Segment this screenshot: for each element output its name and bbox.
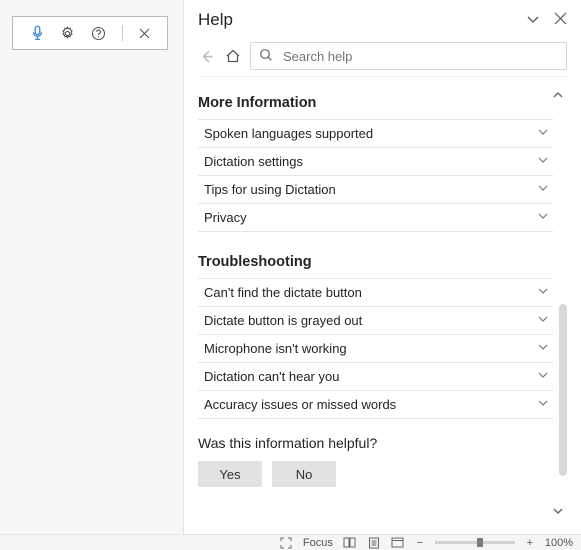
gear-icon[interactable]: [60, 26, 75, 41]
back-icon[interactable]: [198, 47, 216, 65]
chevron-up-icon[interactable]: [549, 86, 567, 104]
acc-mic-not-working[interactable]: Microphone isn't working: [198, 335, 553, 363]
acc-label: Tips for using Dictation: [204, 182, 336, 197]
help-title: Help: [198, 10, 233, 30]
acc-grayed-out[interactable]: Dictate button is grayed out: [198, 307, 553, 335]
acc-cant-find[interactable]: Can't find the dictate button: [198, 279, 553, 307]
chevron-down-icon: [537, 126, 549, 141]
acc-dictation-settings[interactable]: Dictation settings: [198, 148, 553, 176]
zoom-out-button[interactable]: −: [415, 537, 425, 549]
focus-label[interactable]: Focus: [303, 537, 333, 549]
web-layout-icon[interactable]: [391, 536, 405, 550]
scrollbar-thumb[interactable]: [559, 304, 567, 476]
zoom-value[interactable]: 100%: [545, 537, 573, 549]
acc-label: Spoken languages supported: [204, 126, 373, 141]
chevron-down-icon: [537, 285, 549, 300]
print-layout-icon[interactable]: [367, 536, 381, 550]
search-input[interactable]: [250, 42, 567, 70]
acc-label: Dictation settings: [204, 154, 303, 169]
chevron-down-icon: [537, 154, 549, 169]
acc-privacy[interactable]: Privacy: [198, 204, 553, 232]
chevron-down-icon: [537, 341, 549, 356]
chevron-down-icon: [537, 369, 549, 384]
mic-icon[interactable]: [31, 25, 44, 41]
acc-languages[interactable]: Spoken languages supported: [198, 120, 553, 148]
document-canvas: [0, 0, 184, 534]
chevron-down-icon[interactable]: [549, 502, 567, 520]
chevron-down-icon: [537, 397, 549, 412]
acc-tips[interactable]: Tips for using Dictation: [198, 176, 553, 204]
acc-accuracy[interactable]: Accuracy issues or missed words: [198, 391, 553, 419]
close-icon[interactable]: [139, 28, 150, 39]
close-icon[interactable]: [554, 12, 567, 29]
dictation-toolbar: [12, 16, 168, 50]
home-icon[interactable]: [224, 47, 242, 65]
focus-icon[interactable]: [279, 536, 293, 550]
help-panel: Help More Information: [184, 0, 581, 534]
section-more-information: More Information: [198, 95, 553, 111]
section-troubleshooting: Troubleshooting: [198, 254, 553, 270]
chevron-down-icon[interactable]: [526, 12, 540, 29]
search-field[interactable]: [281, 48, 558, 65]
acc-label: Accuracy issues or missed words: [204, 397, 396, 412]
acc-label: Privacy: [204, 210, 247, 225]
acc-label: Can't find the dictate button: [204, 285, 362, 300]
zoom-thumb[interactable]: [477, 538, 483, 547]
acc-label: Dictate button is grayed out: [204, 313, 362, 328]
zoom-in-button[interactable]: +: [525, 537, 535, 549]
chevron-down-icon: [537, 313, 549, 328]
status-bar: Focus − + 100%: [0, 534, 581, 550]
feedback-yes-button[interactable]: Yes: [198, 461, 262, 487]
divider: [122, 25, 123, 41]
search-icon: [259, 48, 273, 65]
help-content-scroll[interactable]: More Information Spoken languages suppor…: [198, 76, 567, 524]
chevron-down-icon: [537, 182, 549, 197]
read-mode-icon[interactable]: [343, 536, 357, 550]
acc-label: Dictation can't hear you: [204, 369, 339, 384]
chevron-down-icon: [537, 210, 549, 225]
acc-cant-hear[interactable]: Dictation can't hear you: [198, 363, 553, 391]
acc-label: Microphone isn't working: [204, 341, 347, 356]
feedback-no-button[interactable]: No: [272, 461, 336, 487]
help-icon[interactable]: [91, 26, 106, 41]
zoom-slider[interactable]: [435, 541, 515, 544]
feedback-question: Was this information helpful?: [198, 435, 553, 451]
